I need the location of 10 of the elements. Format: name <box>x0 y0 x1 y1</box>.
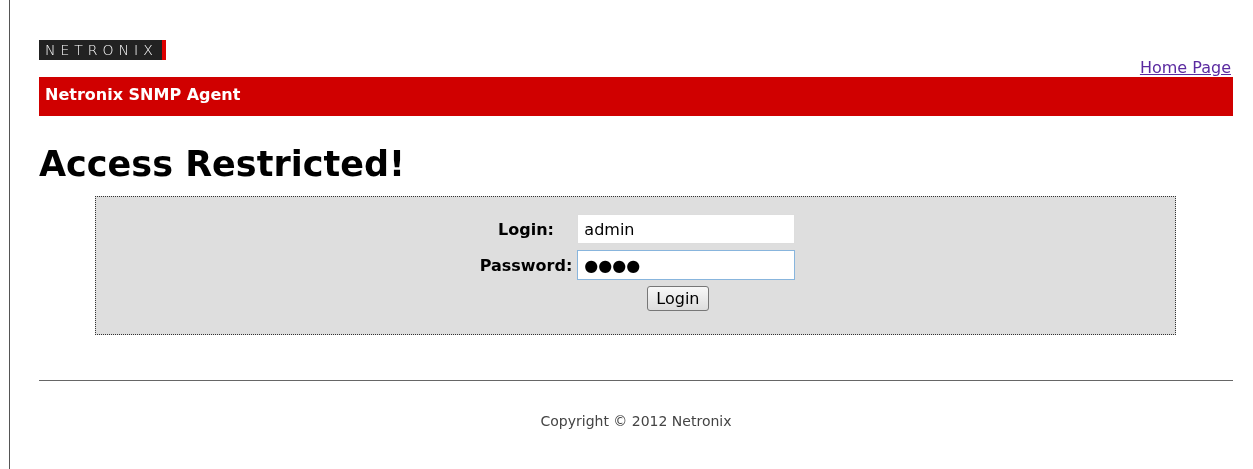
logo: NETRONIX <box>39 40 166 60</box>
copyright-text: Copyright © 2012 Netronix <box>539 413 733 429</box>
home-page-link[interactable]: Home Page <box>1139 58 1231 77</box>
input-field[interactable]: ●●●● <box>577 250 796 280</box>
login-button[interactable]: Login <box>647 286 709 311</box>
field-label: Login: <box>497 219 555 239</box>
title-banner: Netronix SNMP Agent <box>39 77 1233 116</box>
field-label: Password: <box>479 255 573 275</box>
page-heading: Access Restricted! <box>39 144 406 184</box>
input-field[interactable]: admin <box>577 214 796 244</box>
